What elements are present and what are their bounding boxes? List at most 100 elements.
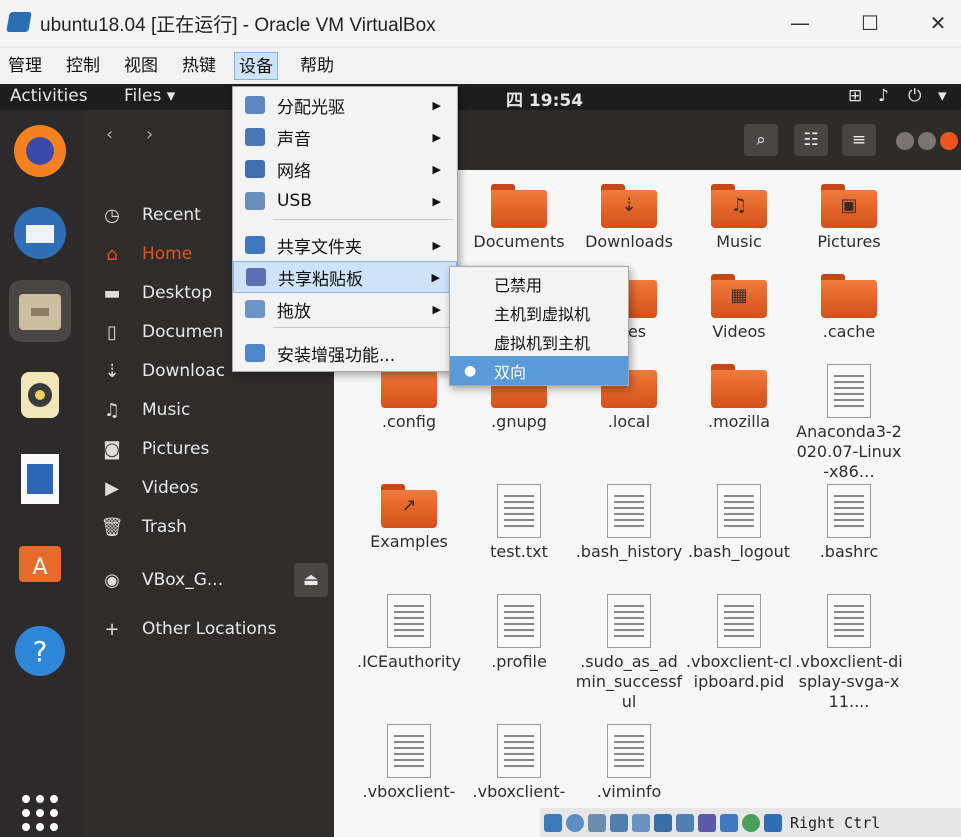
activities-button[interactable]: Activities (10, 86, 88, 106)
shared-folder-status-icon[interactable] (654, 813, 672, 832)
devices-menu-label: 网络 (277, 161, 311, 182)
system-menu-chevron-icon[interactable]: ▾ (938, 86, 947, 106)
file-item[interactable]: .vboxclient- (464, 724, 574, 802)
hdd-status-icon[interactable] (544, 813, 562, 832)
clock[interactable]: 四 19:54 (506, 86, 583, 111)
show-apps-icon[interactable] (9, 782, 71, 837)
menu-devices[interactable]: 设备 (234, 52, 278, 80)
submenu-arrow-icon: ▶ (431, 270, 440, 284)
mouse-integration-icon[interactable] (742, 813, 760, 832)
file-item[interactable]: Anaconda3-2020.07-Linux-x86… (794, 364, 904, 482)
rhythmbox-icon[interactable] (9, 364, 71, 426)
submenu-arrow-icon: ▶ (432, 130, 441, 144)
file-item[interactable]: .bash_logout (684, 484, 794, 562)
folder-item[interactable]: .cache (794, 274, 904, 342)
folder-item[interactable]: ↗ Examples (354, 484, 464, 552)
ubuntu-dock: A ? (0, 110, 82, 837)
close-guest-icon[interactable] (940, 132, 958, 150)
audio-icon (233, 126, 277, 148)
software-icon[interactable]: A (9, 530, 71, 592)
file-item[interactable]: .sudo_as_admin_successful (574, 594, 684, 712)
menu-help[interactable]: 帮助 (296, 52, 338, 80)
close-button[interactable]: ✕ (918, 6, 958, 40)
text-file-icon (827, 364, 871, 418)
sidebar-item-music[interactable]: ♫ Music (82, 391, 334, 429)
keyboard-capture-icon[interactable] (764, 813, 782, 832)
file-item[interactable]: .bash_history (574, 484, 684, 562)
file-item[interactable]: .vboxclient-clipboard.pid (684, 594, 794, 692)
devices-menu-item[interactable]: USB ▶ (233, 185, 457, 217)
devices-menu-item[interactable]: 拖放 ▶ (233, 293, 457, 325)
sidebar-item-other-locations[interactable]: + Other Locations (82, 610, 334, 648)
eject-icon[interactable]: ⏏ (294, 563, 328, 597)
usb-icon (233, 190, 277, 212)
folder-item[interactable]: ▣ Pictures (794, 184, 904, 252)
view-toggle-icon[interactable]: ☷ (794, 124, 828, 156)
usb-status-icon[interactable] (632, 813, 650, 832)
file-item[interactable]: test.txt (464, 484, 574, 562)
devices-menu-item[interactable]: 网络 ▶ (233, 153, 457, 185)
file-item[interactable]: .profile (464, 594, 574, 672)
folder-item[interactable]: ♫ Music (684, 184, 794, 252)
file-item[interactable]: .bashrc (794, 484, 904, 562)
files-app-menu[interactable]: Files ▾ (124, 86, 175, 106)
menu-view[interactable]: 视图 (120, 52, 162, 80)
forward-button[interactable]: › (146, 124, 153, 145)
search-icon[interactable]: ⌕ (744, 124, 778, 156)
maximize-button[interactable]: ☐ (850, 6, 890, 40)
clipboard-mode-option[interactable]: 已禁用 (450, 269, 628, 298)
sidebar-item-videos[interactable]: ▶ Videos (82, 469, 334, 507)
shared-folder-icon (233, 234, 277, 256)
sidebar-item-vbox-g[interactable]: ◉ VBox_G... ⏏ (82, 561, 334, 599)
help-icon[interactable]: ? (9, 620, 71, 682)
power-icon[interactable]: ⏻ (908, 86, 921, 106)
display-status-icon[interactable] (676, 813, 694, 832)
clipboard-mode-option[interactable]: ● 双向 (450, 356, 628, 385)
sidebar-item-label: Music (142, 400, 191, 420)
folder-item[interactable]: Documents (464, 184, 574, 252)
volume-icon[interactable]: ♪ (878, 86, 889, 106)
file-item[interactable]: .vboxclient-display-svga-x11.... (794, 594, 904, 712)
maximize-guest-icon[interactable] (918, 132, 936, 150)
file-item[interactable]: .ICEauthority (354, 594, 464, 672)
clipboard-mode-option[interactable]: 虚拟机到主机 (450, 327, 628, 356)
minimize-guest-icon[interactable] (896, 132, 914, 150)
devices-menu-item[interactable]: 分配光驱 ▶ (233, 89, 457, 121)
writer-icon[interactable] (9, 448, 71, 510)
sidebar-item-pictures[interactable]: ◙ Pictures (82, 430, 334, 468)
folder-emblem-icon: ▣ (840, 195, 858, 216)
devices-menu-item[interactable]: 安装增强功能... (233, 337, 457, 369)
optical-status-icon[interactable] (566, 813, 584, 832)
folder-item[interactable]: .mozilla (684, 364, 794, 432)
back-button[interactable]: ‹ (106, 124, 113, 145)
vbox-statusbar: Right Ctrl (540, 808, 961, 837)
folder-item[interactable]: ⇣ Downloads (574, 184, 684, 252)
guest-screen[interactable]: Activities Files ▾ 四 19:54 ⊞ ♪ ⏻ ▾ A ? ‹… (0, 84, 961, 837)
virtualization-status-icon[interactable] (720, 813, 738, 832)
devices-menu-item[interactable]: 共享文件夹 ▶ (233, 229, 457, 261)
menu-machine[interactable]: 管理 (4, 52, 46, 80)
firefox-icon[interactable] (9, 120, 71, 182)
folder-icon: ▣ (821, 184, 877, 228)
menu-control[interactable]: 控制 (62, 52, 104, 80)
devices-menu-label: 共享粘贴板 (278, 269, 363, 290)
network-status-icon-vbox[interactable] (610, 813, 628, 832)
menu-icon[interactable]: ≡ (842, 124, 876, 156)
file-item[interactable]: .vboxclient- (354, 724, 464, 802)
sidebar-item-trash[interactable]: 🗑 Trash (82, 508, 334, 546)
devices-menu-item[interactable]: 声音 ▶ (233, 121, 457, 153)
files-icon[interactable] (9, 280, 71, 342)
clipboard-mode-option[interactable]: 主机到虚拟机 (450, 298, 628, 327)
recording-status-icon[interactable] (698, 813, 716, 832)
minimize-button[interactable]: — (780, 6, 820, 40)
devices-menu-item[interactable]: 共享粘贴板 ▶ (233, 261, 457, 293)
network-status-icon[interactable]: ⊞ (848, 86, 862, 106)
menu-hotkeys[interactable]: 热键 (178, 52, 220, 80)
thunderbird-icon[interactable] (9, 202, 71, 264)
audio-status-icon[interactable] (588, 813, 606, 832)
file-label: .vboxclient-display-svga-x11.... (795, 652, 903, 711)
folder-item[interactable]: ▦ Videos (684, 274, 794, 342)
folder-item[interactable]: .config (354, 364, 464, 432)
submenu-arrow-icon: ▶ (432, 302, 441, 316)
file-item[interactable]: .viminfo (574, 724, 684, 802)
